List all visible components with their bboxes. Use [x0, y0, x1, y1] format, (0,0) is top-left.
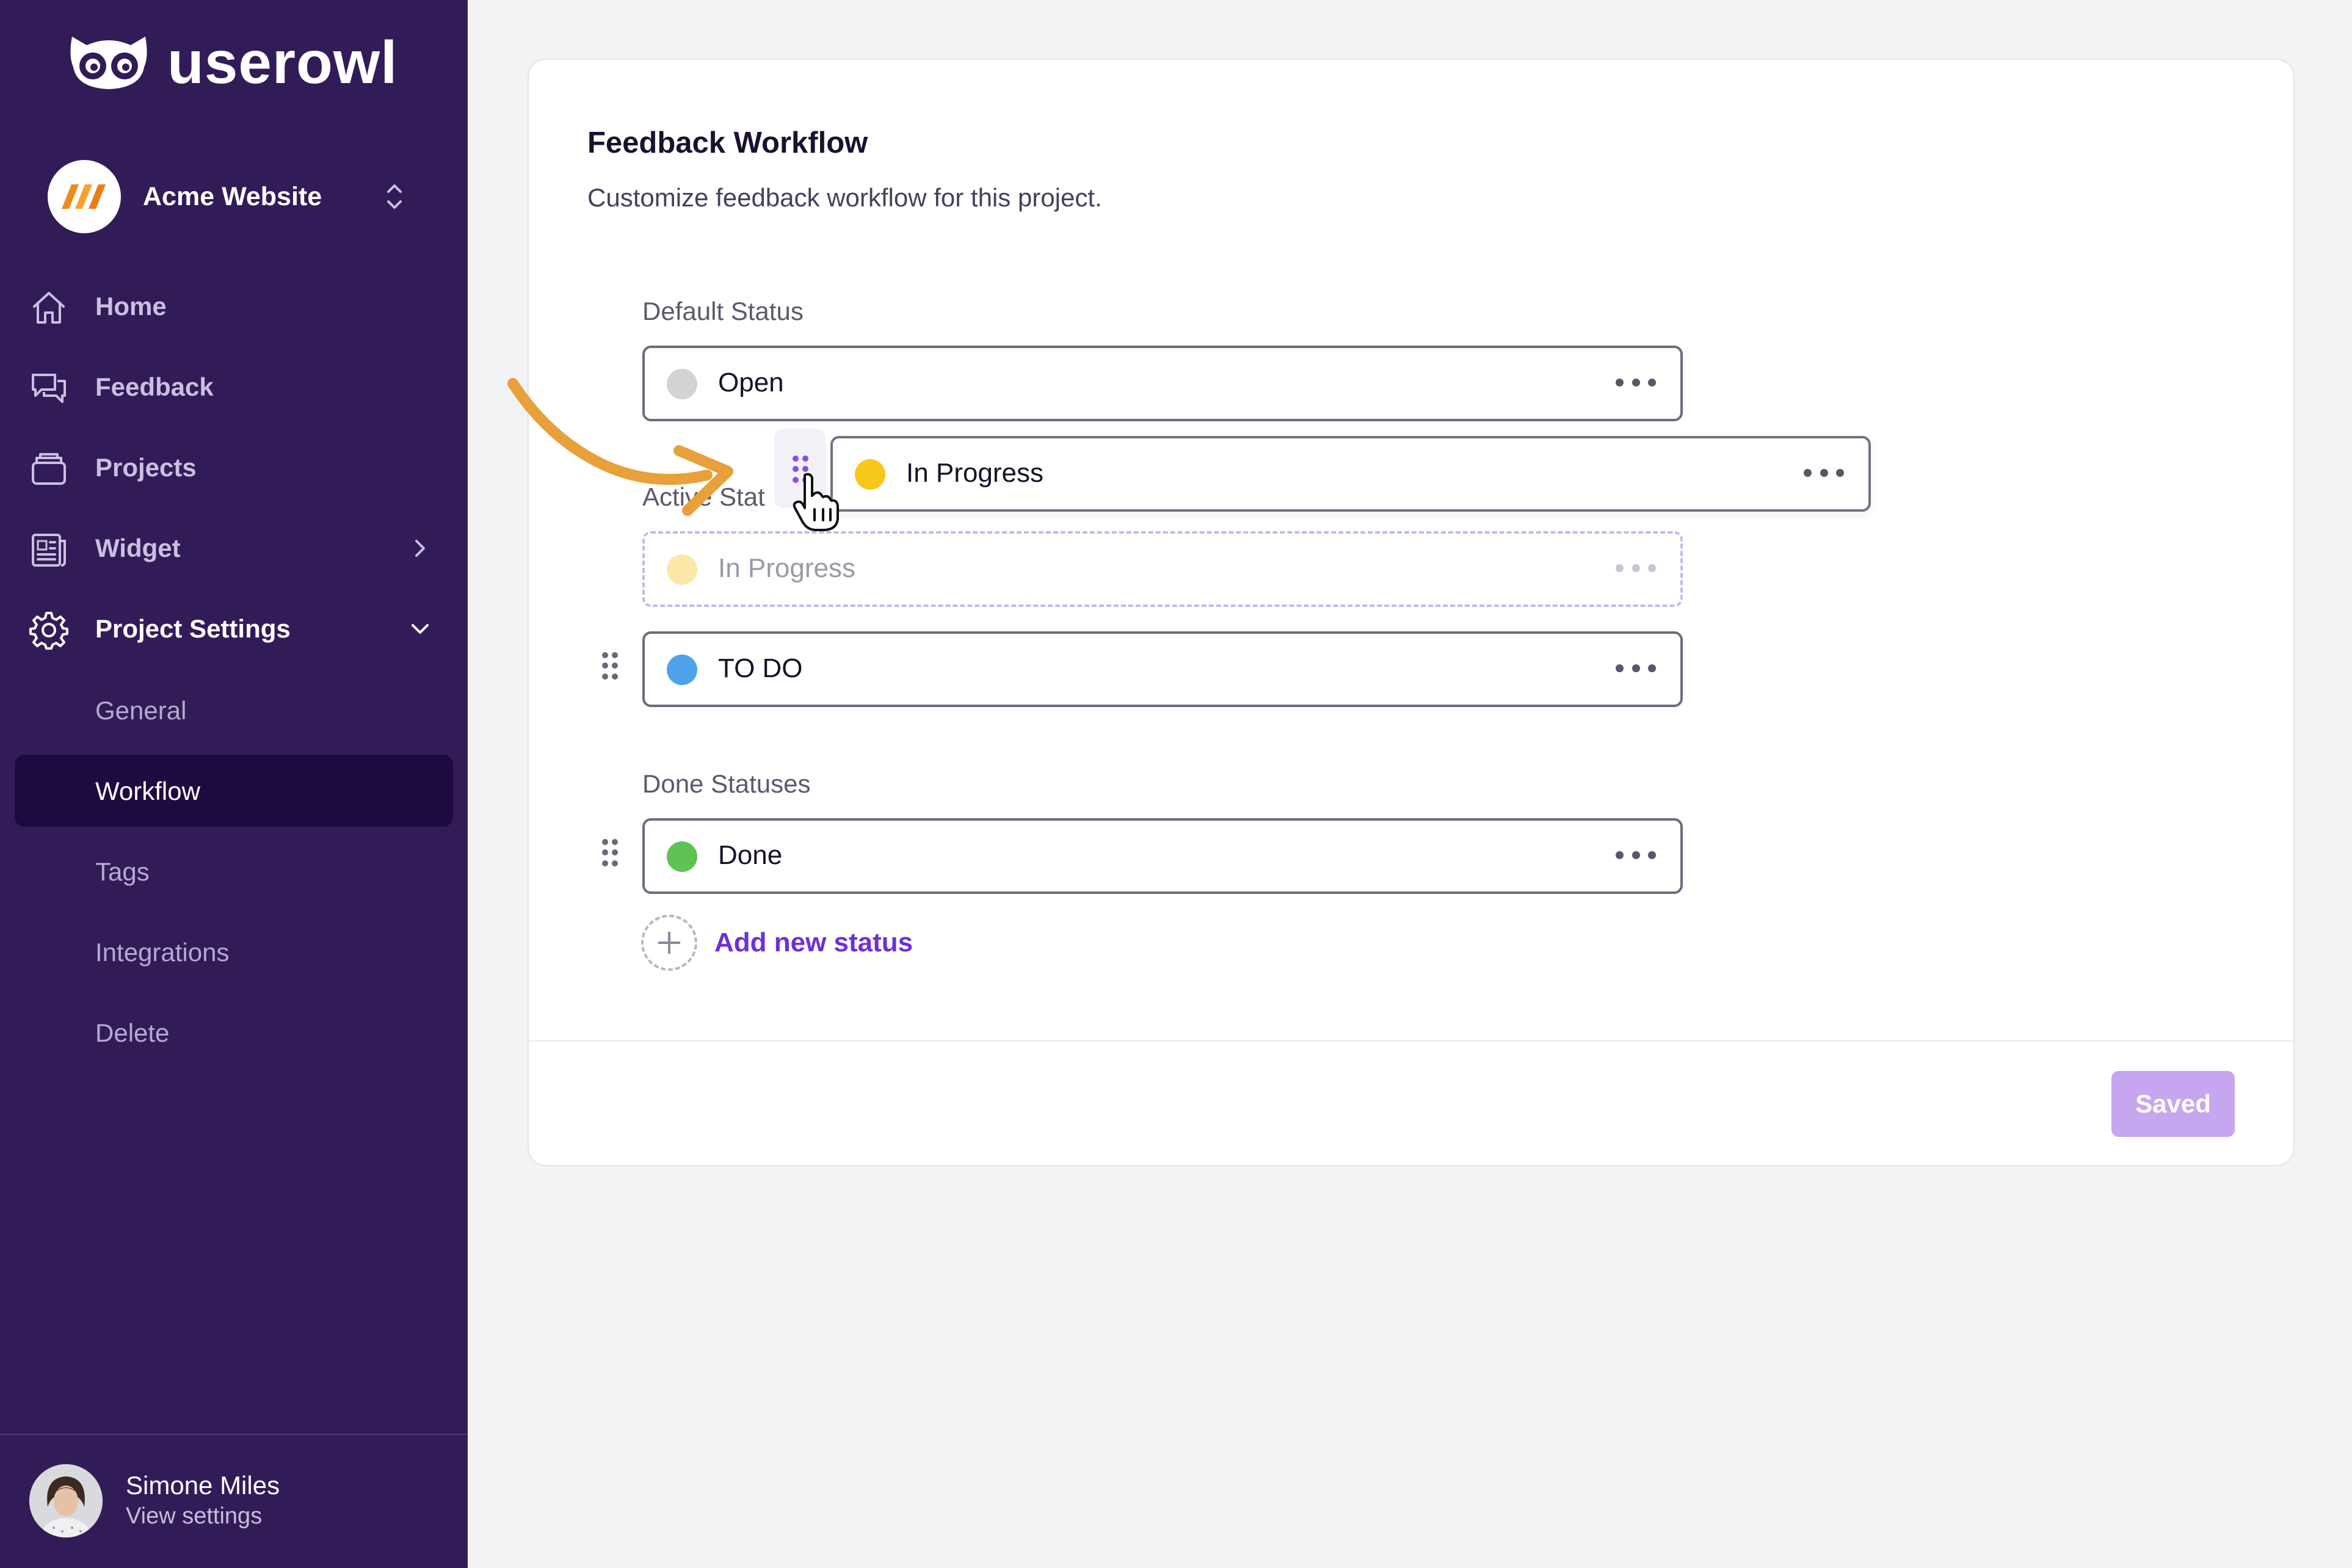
drag-handle-icon[interactable]: [602, 839, 619, 867]
status-name: TO DO: [718, 653, 803, 683]
user-profile[interactable]: Simone Miles View settings: [29, 1464, 280, 1537]
status-row-open[interactable]: Open: [642, 346, 1683, 421]
default-status-label: Default Status: [642, 297, 804, 325]
project-avatar: [48, 160, 121, 233]
nav-label-projects: Projects: [95, 453, 197, 482]
status-name: Done: [718, 840, 783, 870]
user-photo: [29, 1464, 103, 1537]
nav-item-feedback[interactable]: Feedback: [15, 350, 453, 424]
sub-label-tags: Tags: [95, 857, 150, 886]
annotation-arrow-icon: [507, 378, 733, 516]
brand-name: userowl: [167, 29, 398, 96]
owl-logo-icon: [70, 37, 147, 89]
more-options-icon[interactable]: [1616, 661, 1656, 675]
done-statuses-label: Done Statuses: [642, 769, 811, 798]
project-logo-icon: [62, 184, 106, 209]
view-settings-link[interactable]: View settings: [126, 1501, 280, 1531]
sub-item-integrations[interactable]: Integrations: [15, 916, 453, 988]
project-name: Acme Website: [143, 181, 322, 211]
status-color-dot: [667, 841, 697, 872]
nav-item-projects[interactable]: Projects: [15, 431, 453, 504]
status-name: In Progress: [906, 458, 1044, 488]
project-switcher[interactable]: Acme Website: [48, 160, 414, 233]
add-new-status-button[interactable]: Add new status: [641, 915, 913, 971]
nav-item-widget[interactable]: Widget: [15, 512, 453, 585]
more-options-icon: [1616, 561, 1656, 575]
status-name: In Progress: [718, 553, 855, 583]
page-title: Feedback Workflow: [587, 126, 868, 159]
status-row-done[interactable]: Done: [642, 818, 1683, 894]
workflow-card: Feedback Workflow Customize feedback wor…: [528, 59, 2295, 1166]
status-row-todo[interactable]: TO DO: [642, 631, 1683, 707]
status-color-dot: [667, 655, 697, 685]
dragging-status-row[interactable]: In Progress: [830, 436, 1871, 512]
drop-placeholder-row: In Progress: [642, 531, 1683, 607]
user-name: Simone Miles: [126, 1471, 280, 1500]
nav-item-home[interactable]: Home: [15, 270, 453, 343]
sub-label-integrations: Integrations: [95, 938, 230, 967]
chevron-down-icon: [412, 624, 429, 634]
nav-label-widget: Widget: [95, 534, 181, 562]
sub-label-delete: Delete: [95, 1018, 170, 1047]
status-color-dot: [667, 554, 697, 585]
settings-gear-icon: [29, 612, 68, 650]
sub-item-tags[interactable]: Tags: [15, 835, 453, 907]
widget-icon: [32, 534, 66, 567]
more-options-icon[interactable]: [1616, 375, 1656, 390]
projects-icon: [32, 453, 66, 485]
status-color-dot: [855, 459, 885, 490]
sub-item-general[interactable]: General: [15, 674, 453, 746]
nav-item-project-settings[interactable]: Project Settings: [15, 592, 453, 666]
save-button[interactable]: Saved: [2111, 1071, 2235, 1137]
grab-cursor-icon: [793, 473, 839, 531]
sidebar-divider: [0, 1434, 468, 1435]
nav-label-project-settings: Project Settings: [95, 614, 291, 643]
sidebar: userowl Acme Website Home Feedback Proje…: [0, 0, 468, 1568]
add-new-status-label: Add new status: [714, 927, 913, 957]
sub-item-workflow[interactable]: Workflow: [15, 755, 453, 827]
sub-label-general: General: [95, 696, 187, 725]
more-options-icon[interactable]: [1616, 848, 1656, 862]
more-options-icon[interactable]: [1804, 465, 1844, 480]
drag-handle-icon[interactable]: [602, 652, 619, 680]
brand-logo[interactable]: userowl: [66, 32, 397, 93]
page-subtitle: Customize feedback workflow for this pro…: [587, 183, 1102, 212]
nav-label-feedback: Feedback: [95, 372, 214, 401]
home-icon: [33, 292, 65, 324]
chevron-updown-icon[interactable]: [382, 178, 407, 215]
card-footer-divider: [529, 1040, 2293, 1042]
plus-icon: [641, 915, 697, 971]
avatar: [29, 1464, 103, 1537]
sub-label-workflow: Workflow: [95, 777, 200, 805]
feedback-icon: [32, 374, 66, 403]
nav-label-home: Home: [95, 292, 167, 321]
sub-item-delete[interactable]: Delete: [15, 996, 453, 1069]
chevron-right-icon: [415, 540, 425, 557]
